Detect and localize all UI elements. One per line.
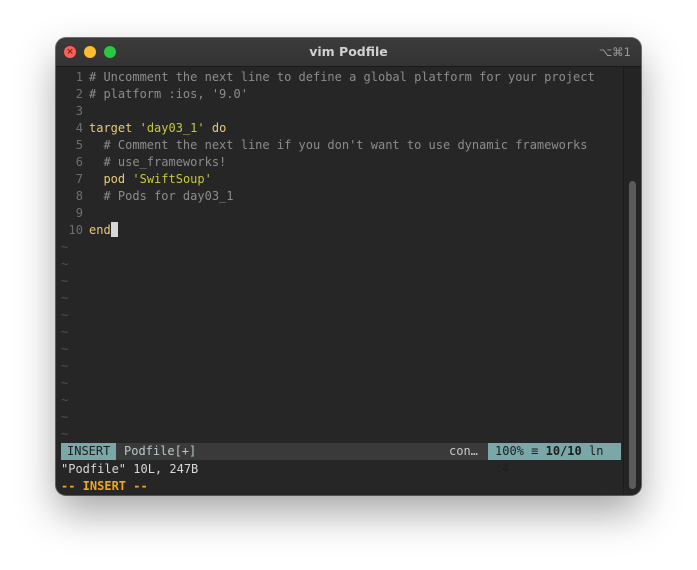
line-count-icon: ≡ [531, 444, 539, 458]
empty-line-tilde: ~ [61, 359, 69, 373]
empty-line-tilde: ~ [61, 240, 69, 254]
vim-statusline: INSERT Podfile[+] con… 100% ≡ 10/10 ln :… [61, 443, 621, 475]
code-line[interactable]: 2 # platform :ios, '9.0' [61, 86, 248, 103]
status-position-block: 100% ≡ 10/10 ln :4 [488, 443, 621, 475]
code-line[interactable]: 1 # Uncomment the next line to define a g… [61, 69, 595, 86]
scrollbar-thumb[interactable] [629, 181, 636, 489]
scrollbar[interactable] [623, 67, 641, 495]
status-line-position: 10/10 [545, 444, 582, 458]
empty-line-tilde: ~ [61, 257, 69, 271]
insert-mode-indicator: -- INSERT -- [61, 479, 148, 493]
code-line[interactable]: 5 # Comment the next line if you don't w… [61, 137, 588, 154]
empty-line-tilde: ~ [61, 427, 69, 441]
line-number: 4 [75, 121, 83, 135]
window-shortcut: ⌥⌘1 [598, 45, 631, 59]
code-line[interactable]: 8 # Pods for day03_1 [61, 188, 234, 205]
line-number: 3 [75, 104, 83, 118]
code-line[interactable]: 3 [61, 103, 89, 120]
empty-line-tilde: ~ [61, 342, 69, 356]
title-bar[interactable]: × vim Podfile ⌥⌘1 [56, 38, 641, 67]
empty-line-tilde: ~ [61, 325, 69, 339]
code-line[interactable]: 6 # use_frameworks! [61, 154, 227, 171]
code-token: pod [103, 172, 126, 186]
code-line[interactable]: 10 end [61, 222, 118, 239]
empty-line-tilde: ~ [61, 291, 69, 305]
terminal-window: × vim Podfile ⌥⌘1 1 # Uncomment the next … [56, 38, 641, 495]
line-number: 5 [75, 138, 83, 152]
code-line[interactable]: 7 pod 'SwiftSoup' [61, 171, 212, 188]
code-token: target [89, 121, 133, 135]
command-line-message: "Podfile" 10L, 247B [61, 462, 199, 476]
code-token: # use_frameworks! [89, 155, 227, 169]
line-number: 6 [75, 155, 83, 169]
status-filename: Podfile[+] [124, 444, 197, 458]
line-number: 1 [75, 70, 83, 84]
status-percent: 100% [495, 444, 524, 458]
code-token: # Uncomment the next line to define a gl… [89, 70, 595, 84]
code-token: do [211, 121, 227, 135]
empty-line-tilde: ~ [61, 376, 69, 390]
line-number: 10 [68, 223, 83, 237]
line-number: 9 [75, 206, 83, 220]
code-token: # Pods for day03_1 [89, 189, 234, 203]
empty-line-tilde: ~ [61, 410, 69, 424]
code-token: 'SwiftSoup' [132, 172, 212, 186]
status-mode: INSERT [61, 443, 117, 460]
text-cursor [110, 222, 118, 237]
code-token: end [89, 223, 111, 237]
code-token: # platform :ios, '9.0' [89, 87, 248, 101]
code-token: # Comment the next line if you don't wan… [89, 138, 588, 152]
line-number: 8 [75, 189, 83, 203]
window-title: vim Podfile [309, 44, 388, 59]
status-filetype: con… [449, 444, 478, 458]
empty-line-tilde: ~ [61, 274, 69, 288]
line-number: 2 [75, 87, 83, 101]
code-line[interactable]: 9 [61, 205, 89, 222]
code-token: 'day03_1' [139, 121, 205, 135]
line-number: 7 [75, 172, 83, 186]
vim-editor-buffer[interactable]: 1 # Uncomment the next line to define a g… [61, 67, 621, 443]
empty-line-tilde: ~ [61, 308, 69, 322]
empty-line-tilde: ~ [61, 393, 69, 407]
code-line[interactable]: 4 target 'day03_1' do [61, 120, 227, 137]
